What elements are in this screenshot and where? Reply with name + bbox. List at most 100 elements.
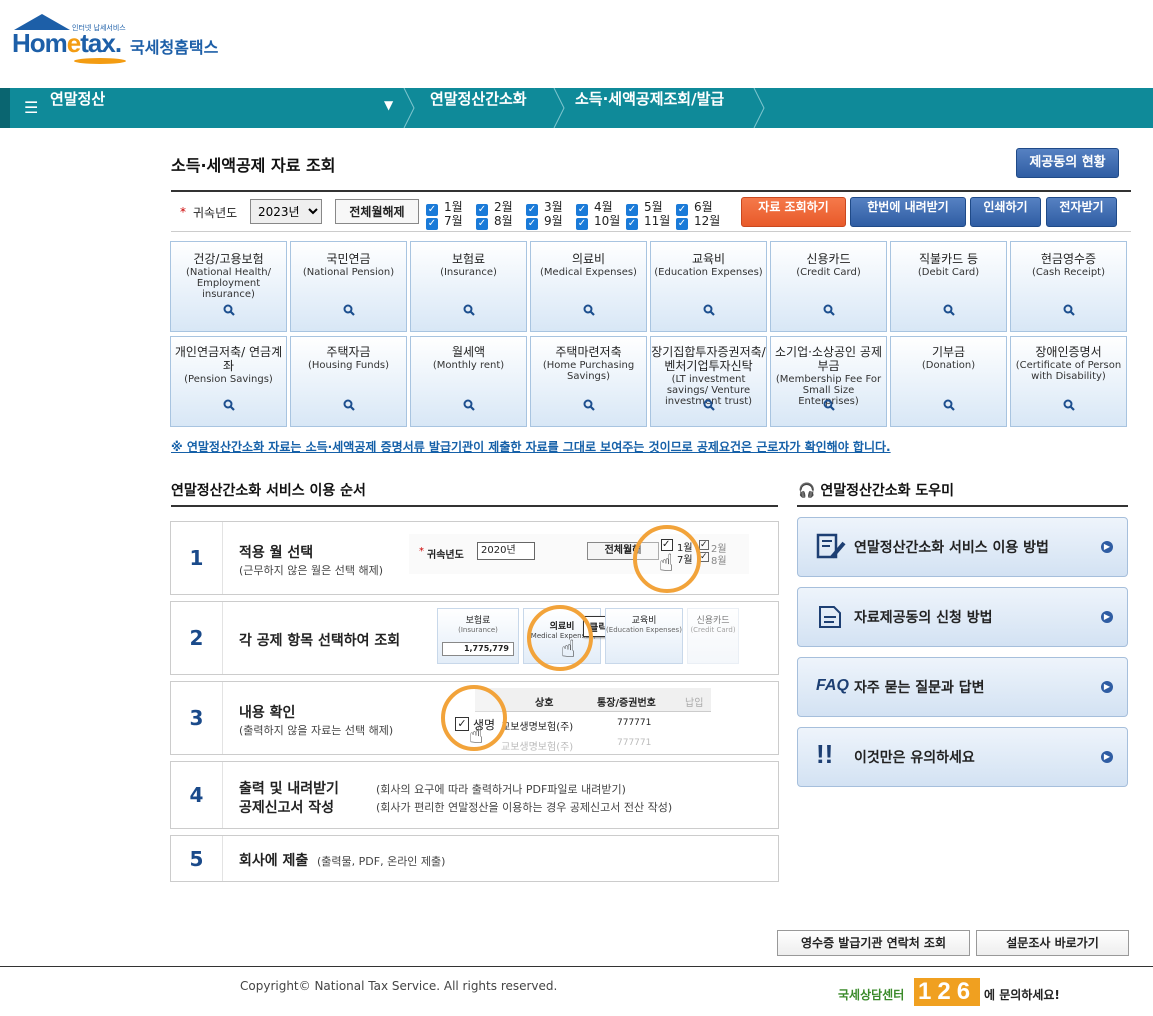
document-icon [816, 603, 848, 631]
search-icon[interactable] [343, 304, 355, 316]
deduction-tile[interactable]: 교육비 (Education Expenses) [650, 241, 767, 332]
search-icon[interactable] [1063, 399, 1075, 411]
deduction-tile[interactable]: 장애인증명서 (Certificate of Person with Disabi… [1010, 336, 1127, 427]
ill-month: 7월 [677, 555, 693, 566]
callcenter-suffix: 에 문의하세요! [984, 988, 1060, 1002]
checkbox-checked-icon[interactable]: ✓ [576, 218, 588, 230]
help-faq[interactable]: FAQ 자주 묻는 질문과 답변 ▶ [797, 657, 1128, 717]
deduction-tile[interactable]: 현금영수증 (Cash Receipt) [1010, 241, 1127, 332]
chevron-down-icon[interactable]: ▼ [384, 98, 393, 112]
search-icon[interactable] [223, 399, 235, 411]
search-icon[interactable] [223, 304, 235, 316]
step-subtitle: (출력하지 않을 자료는 선택 해제) [239, 724, 394, 737]
search-icon[interactable] [343, 399, 355, 411]
tile-title: 신용카드 [806, 252, 851, 266]
search-icon[interactable] [583, 399, 595, 411]
tile-title: 현금영수증 [1040, 252, 1097, 266]
hamburger-menu-icon[interactable]: ☰ [24, 98, 38, 117]
month-checkbox[interactable]: ✓ 1월 [426, 200, 478, 216]
search-icon[interactable] [583, 304, 595, 316]
help-usage-guide[interactable]: 연말정산간소화 서비스 이용 방법 ▶ [797, 517, 1128, 577]
deduction-tile[interactable]: 주택마련저축 (Home Purchasing Savings) [530, 336, 647, 427]
query-button[interactable]: 자료 조회하기 [741, 197, 846, 227]
steps-title: 연말정산간소화 서비스 이용 순서 [171, 483, 366, 499]
month-checkbox[interactable]: ✓ 5월 [626, 200, 678, 216]
logo-swoosh [74, 58, 126, 64]
search-icon[interactable] [703, 399, 715, 411]
ill-year-select: 2020년 [477, 542, 535, 560]
print-button[interactable]: 인쇄하기 [970, 197, 1041, 227]
deduction-tile[interactable]: 월세액 (Monthly rent) [410, 336, 527, 427]
month-label: 12월 [694, 214, 721, 228]
month-checkbox[interactable]: ✓ 7월 [426, 214, 478, 230]
search-icon[interactable] [823, 399, 835, 411]
checkbox-checked-icon[interactable]: ✓ [676, 218, 688, 230]
nav-menu-year-end[interactable]: 연말정산 [50, 88, 105, 128]
ill-tile-ko: 보험료 [465, 616, 491, 626]
receipt-contact-button[interactable]: 영수증 발급기관 연락처 조회 [777, 930, 970, 956]
nav-crumb-deduction-query[interactable]: 소득·세액공제조회/발급 [575, 88, 724, 128]
deduction-tile[interactable]: 소기업·소상공인 공제부금 (Membership Fee For Small S… [770, 336, 887, 427]
checkbox-checked-icon[interactable]: ✓ [526, 218, 538, 230]
survey-button[interactable]: 설문조사 바로가기 [976, 930, 1129, 956]
tile-title: 소기업·소상공인 공제부금 [775, 345, 882, 373]
search-icon[interactable] [463, 304, 475, 316]
deduction-tile[interactable]: 기부금 (Donation) [890, 336, 1007, 427]
ill-table-header [475, 688, 711, 712]
deduction-tile[interactable]: 개인연금저축/ 연금계좌 (Pension Savings) [170, 336, 287, 427]
search-icon[interactable] [943, 304, 955, 316]
month-checkbox[interactable]: ✓ 6월 [676, 200, 728, 216]
month-checkbox[interactable]: ✓ 9월 [526, 214, 578, 230]
esign-button[interactable]: 전자받기 [1046, 197, 1117, 227]
download-all-button[interactable]: 한번에 내려받기 [850, 197, 966, 227]
tile-subtitle: (Housing Funds) [307, 360, 390, 371]
deduction-tile[interactable]: 주택자금 (Housing Funds) [290, 336, 407, 427]
deduction-tile[interactable]: 의료비 (Medical Expenses) [530, 241, 647, 332]
deduction-tile[interactable]: 신용카드 (Credit Card) [770, 241, 887, 332]
provider-status-button[interactable]: 제공동의 현황 [1016, 148, 1119, 178]
ill-checkbox: ✓ [699, 540, 709, 550]
deduction-tile[interactable]: 건강/고용보험 (National Health/ Employment insu… [170, 241, 287, 332]
search-icon[interactable] [703, 304, 715, 316]
hometax-logo[interactable]: 인터넷 납세서비스 Hometax. 국세청홈택스 [12, 14, 232, 66]
search-icon[interactable] [463, 399, 475, 411]
month-checkbox[interactable]: ✓ 12월 [676, 214, 728, 230]
tile-subtitle: (Pension Savings) [184, 374, 273, 385]
help-label: 연말정산간소화 서비스 이용 방법 [854, 540, 1049, 556]
year-select[interactable]: 2023년 [250, 199, 322, 224]
toggle-all-months-button[interactable]: 전체월해제 [335, 199, 419, 224]
deduction-tile[interactable]: 직불카드 등 (Debit Card) [890, 241, 1007, 332]
search-icon[interactable] [1063, 304, 1075, 316]
month-label: 8월 [494, 214, 513, 228]
required-mark: * [419, 546, 424, 557]
tile-title: 개인연금저축/ 연금계좌 [174, 345, 283, 373]
month-checkbox[interactable]: ✓ 10월 [576, 214, 628, 230]
help-provider-consent[interactable]: 자료제공동의 신청 방법 ▶ [797, 587, 1128, 647]
checkbox-checked-icon[interactable]: ✓ [476, 218, 488, 230]
month-checkbox[interactable]: ✓ 8월 [476, 214, 528, 230]
month-checkbox[interactable]: ✓ 2월 [476, 200, 528, 216]
pointer-hand-icon: ☝ [659, 549, 674, 577]
month-checkbox[interactable]: ✓ 11월 [626, 214, 678, 230]
month-label: 1월 [444, 200, 463, 214]
step-4: 4 출력 및 내려받기 공제신고서 작성 (회사의 요구에 따라 출력하거나 P… [170, 761, 779, 829]
deduction-tile[interactable]: 장기집합투자증권저축/ 벤처기업투자신탁 (LT investment savin… [650, 336, 767, 427]
deduction-tile[interactable]: 보험료 (Insurance) [410, 241, 527, 332]
month-label: 11월 [644, 214, 671, 228]
nav-crumb-simplified[interactable]: 연말정산간소화 [430, 88, 527, 128]
help-caution[interactable]: !! 이것만은 유의하세요 ▶ [797, 727, 1128, 787]
help-label: 자주 묻는 질문과 답변 [854, 680, 985, 696]
tile-subtitle: (Medical Expenses) [540, 267, 637, 278]
highlight-ring: ✓ 1월 7월 ☝ [633, 525, 701, 593]
month-checkbox[interactable]: ✓ 4월 [576, 200, 628, 216]
step-title: 각 공제 항목 선택하여 조회 [239, 633, 401, 649]
search-icon[interactable] [943, 399, 955, 411]
notice-text[interactable]: ※ 연말정산간소화 자료는 소득·세액공제 증명서류 발급기관이 제출한 자료를… [171, 438, 891, 455]
checkbox-checked-icon[interactable]: ✓ [626, 218, 638, 230]
deduction-tile[interactable]: 국민연금 (National Pension) [290, 241, 407, 332]
checkbox-checked-icon[interactable]: ✓ [426, 218, 438, 230]
search-icon[interactable] [823, 304, 835, 316]
step-number: 4 [171, 762, 223, 828]
month-checkbox[interactable]: ✓ 3월 [526, 200, 578, 216]
call-center-banner[interactable]: 국세상담센터 126 에 문의하세요! [838, 978, 1068, 1008]
